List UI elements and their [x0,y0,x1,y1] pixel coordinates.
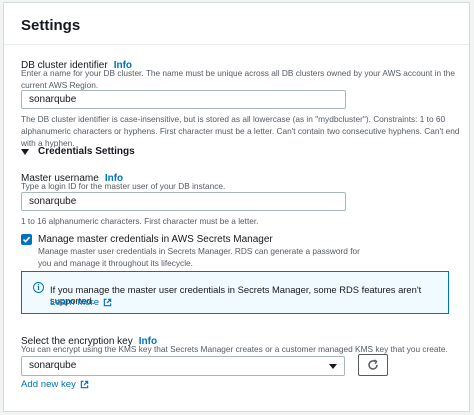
info-icon: i [33,282,44,293]
add-new-key-label: Add new key [21,379,76,390]
chevron-down-icon [329,364,337,369]
master-username-description: Type a login ID for the master user of y… [21,181,226,191]
caret-down-icon [21,148,29,155]
panel-header: Settings [4,3,469,45]
learn-more-label: Learn more [50,297,100,308]
db-cluster-identifier-description: Enter a name for your DB cluster. The na… [21,68,455,90]
master-username-input[interactable]: sonarqube [21,192,346,211]
encryption-key-selected-value: sonarqube [29,360,77,371]
external-link-icon [103,298,112,307]
page-title: Settings [21,17,81,34]
db-cluster-identifier-constraints: The DB cluster identifier is case-insens… [21,114,460,148]
encryption-key-select[interactable]: sonarqube [21,356,345,376]
manage-secrets-description: Manage master user credentials in Secret… [38,246,360,268]
secrets-manager-info-alert: i If you manage the master user credenti… [21,271,449,314]
manage-secrets-label: Manage master credentials in AWS Secrets… [38,234,273,245]
add-new-key-link[interactable]: Add new key [21,379,89,390]
refresh-keys-button[interactable] [358,354,388,376]
master-username-constraints: 1 to 16 alphanumeric characters. First c… [21,216,259,226]
learn-more-link[interactable]: Learn more [50,297,112,308]
manage-secrets-checkbox[interactable] [21,234,32,245]
credentials-settings-title: Credentials Settings [38,146,135,157]
db-cluster-identifier-input[interactable]: sonarqube [21,90,346,109]
external-link-icon [80,380,89,389]
settings-panel: Settings DB cluster identifier Info Enter… [3,2,470,412]
credentials-settings-toggle[interactable]: Credentials Settings [21,146,135,157]
checkmark-icon [22,236,31,243]
refresh-icon [368,359,378,370]
